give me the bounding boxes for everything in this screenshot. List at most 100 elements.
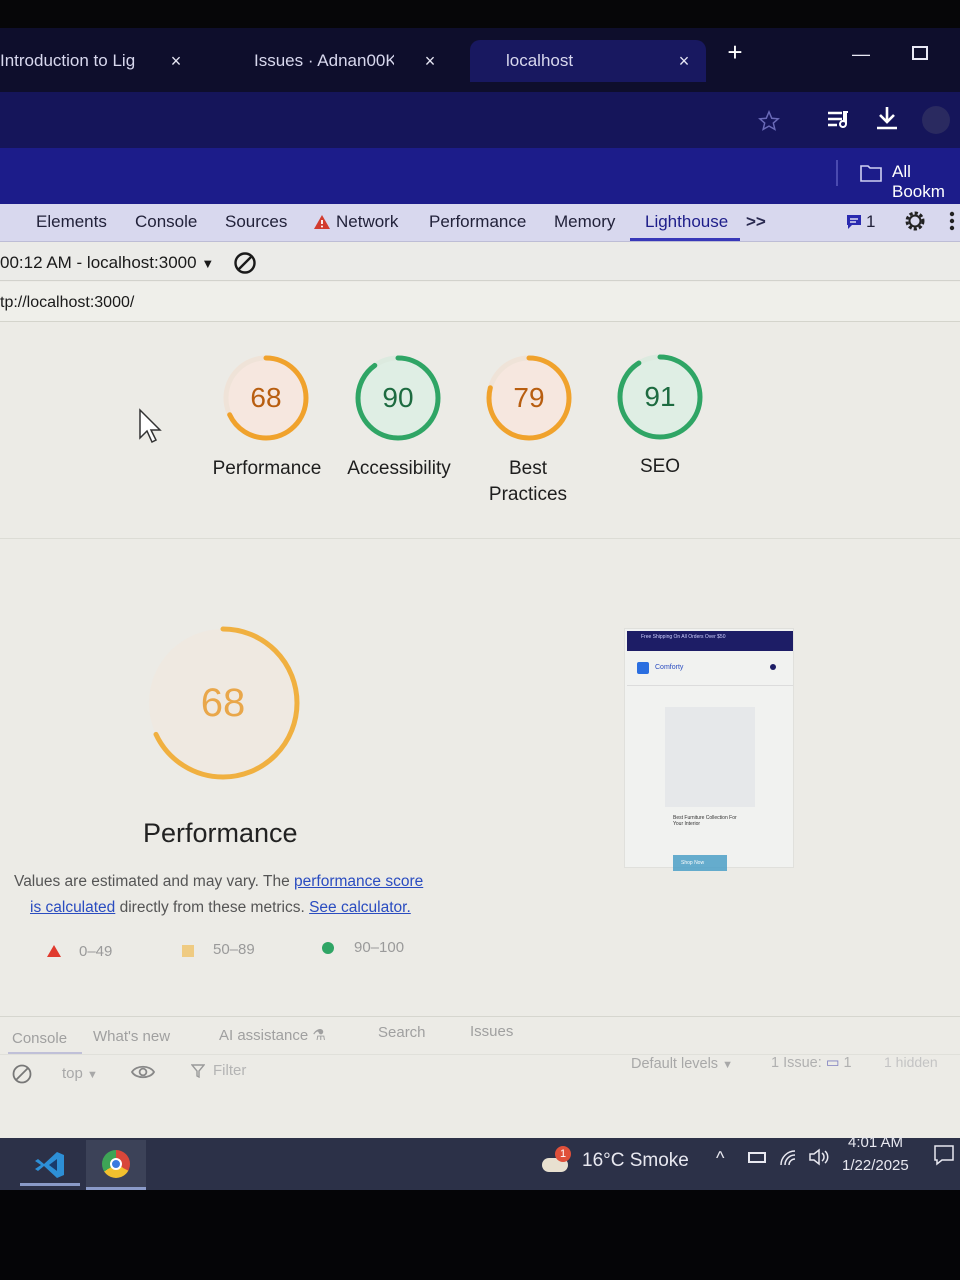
tab-title: Issues · Adnan00Kh: [254, 51, 394, 70]
score-label: Accessibility: [347, 458, 451, 479]
download-icon[interactable]: [874, 104, 900, 132]
tab-elements[interactable]: Elements: [36, 212, 107, 232]
thumb-shop-button: Shop Now: [673, 855, 727, 871]
tab-console[interactable]: Console: [135, 212, 197, 232]
seo-gauge[interactable]: 91: [614, 351, 706, 443]
score-value: 91: [644, 381, 676, 412]
thumb-logo-icon: [637, 662, 649, 674]
pass-circle-icon: [322, 942, 334, 954]
score-value: 79: [513, 382, 545, 413]
taskbar-vscode[interactable]: [20, 1140, 80, 1186]
is-calculated-link[interactable]: is calculated: [30, 899, 115, 916]
new-tab-button[interactable]: +: [722, 39, 748, 66]
drawer-tab-whats-new[interactable]: What's new: [93, 1028, 170, 1045]
all-bookmarks-button[interactable]: All Bookm: [892, 162, 960, 202]
accessibility-gauge[interactable]: 90: [352, 352, 444, 444]
score-label-line: Best: [508, 458, 548, 479]
thumb-banner: Free Shipping On All Orders Over $50: [627, 631, 793, 651]
profile-avatar[interactable]: [922, 106, 950, 134]
clear-console-icon[interactable]: [11, 1063, 33, 1085]
note-text: Values are estimated and may vary. The: [14, 873, 294, 890]
windows-taskbar: 1 16°C Smoke ^ 4:01 AM 1/22/2025: [0, 1134, 960, 1190]
tab-lighthouse[interactable]: Lighthouse: [645, 212, 728, 232]
chrome-icon-center: [110, 1158, 122, 1170]
reading-list-icon[interactable]: [826, 108, 852, 132]
score-label: Best Practices: [469, 456, 587, 508]
chevron-down-icon: ▼: [201, 256, 215, 271]
performance-big-value: 68: [200, 681, 246, 725]
performance-score-link[interactable]: performance score: [294, 873, 423, 890]
drawer-tab-console[interactable]: Console: [12, 1030, 67, 1047]
weather-icon[interactable]: 1: [540, 1146, 571, 1178]
page-screenshot-thumbnail[interactable]: Free Shipping On All Orders Over $50 Com…: [624, 628, 794, 871]
log-levels-label: Default levels: [631, 1056, 719, 1072]
chevron-up-icon[interactable]: ^: [716, 1148, 724, 1169]
performance-title: Performance: [143, 818, 298, 848]
issues-summary-label: 1 Issue:: [771, 1055, 822, 1071]
performance-note: Values are estimated and may vary. The p…: [14, 869, 423, 895]
log-levels-dropdown[interactable]: Default levels ▼: [631, 1056, 733, 1072]
wifi-icon[interactable]: [779, 1149, 799, 1167]
legend-range: 50–89: [213, 941, 255, 958]
score-label-line: Practices: [488, 484, 568, 505]
thumb-brand: Comforty: [655, 664, 684, 671]
tab-network[interactable]: Network: [336, 212, 398, 232]
drawer-tab-issues[interactable]: Issues: [470, 1023, 513, 1040]
clear-icon[interactable]: [233, 251, 257, 275]
legend-range: 0–49: [79, 943, 113, 960]
filter-input[interactable]: Filter: [213, 1062, 246, 1079]
report-selector-label: 00:12 AM - localhost:3000: [0, 253, 197, 272]
restore-icon[interactable]: [912, 46, 928, 60]
browser-tab[interactable]: Issues · Adnan00Kh ×: [254, 40, 446, 82]
report-selector[interactable]: 00:12 AM - localhost:3000 ▼: [0, 253, 214, 273]
close-icon[interactable]: ×: [166, 40, 186, 82]
screen: Introduction to Lig × Issues · Adnan00Kh…: [0, 0, 960, 1280]
more-options-icon[interactable]: [948, 210, 956, 232]
drawer-tab-ai-assistance[interactable]: AI assistance ⚗: [219, 1026, 326, 1044]
notification-icon[interactable]: [933, 1144, 955, 1166]
eye-icon[interactable]: [130, 1062, 156, 1082]
tab-sources[interactable]: Sources: [225, 212, 287, 232]
mouse-cursor-icon: [139, 408, 162, 444]
screen-bezel-top: [0, 0, 960, 28]
volume-icon[interactable]: [808, 1148, 830, 1166]
note-text: directly from these metrics.: [115, 899, 310, 916]
gear-icon[interactable]: [903, 209, 927, 233]
tab-memory[interactable]: Memory: [554, 212, 615, 232]
taskbar-chrome[interactable]: [86, 1140, 146, 1190]
clock-date[interactable]: 1/22/2025: [842, 1157, 909, 1174]
thumb-headline: Best Furniture Collection For Your Inter…: [673, 815, 737, 827]
divider: [836, 160, 838, 186]
issues-summary[interactable]: 1 Issue: ▭ 1: [771, 1055, 852, 1071]
screen-bezel-bottom: [0, 1190, 960, 1280]
weather-badge: 1: [555, 1146, 571, 1162]
issues-count: 1: [866, 212, 876, 231]
clock-time[interactable]: 4:01 AM: [848, 1134, 903, 1151]
legend-range: 90–100: [354, 939, 405, 956]
performance-gauge[interactable]: 68: [220, 352, 312, 444]
report-url-bar: [0, 282, 960, 322]
weather-text[interactable]: 16°C Smoke: [582, 1150, 689, 1172]
battery-icon[interactable]: [748, 1152, 766, 1163]
browser-tab-active[interactable]: localhost ×: [470, 40, 706, 82]
performance-big-gauge: 68: [140, 620, 306, 786]
more-tabs-button[interactable]: >>: [746, 212, 766, 232]
tab-performance[interactable]: Performance: [429, 212, 526, 232]
score-value: 90: [382, 382, 414, 413]
browser-tab[interactable]: Introduction to Lig ×: [0, 40, 192, 82]
star-icon[interactable]: [758, 110, 780, 132]
see-calculator-link[interactable]: See calculator.: [309, 899, 411, 916]
close-icon[interactable]: ×: [674, 40, 694, 82]
issues-icon: ▭: [825, 1055, 844, 1071]
browser-tab-strip: Introduction to Lig × Issues · Adnan00Kh…: [0, 28, 960, 92]
chrome-icon: [102, 1150, 130, 1178]
best-practices-gauge[interactable]: 79: [483, 352, 575, 444]
chevron-down-icon: ▼: [87, 1069, 98, 1081]
minimize-icon[interactable]: —: [852, 44, 870, 65]
drawer-tab-search[interactable]: Search: [378, 1024, 426, 1041]
divider: [0, 538, 960, 539]
context-selector[interactable]: top ▼: [62, 1065, 98, 1082]
close-icon[interactable]: ×: [420, 40, 440, 82]
divider: [0, 1016, 960, 1017]
issues-icon[interactable]: [846, 214, 862, 230]
